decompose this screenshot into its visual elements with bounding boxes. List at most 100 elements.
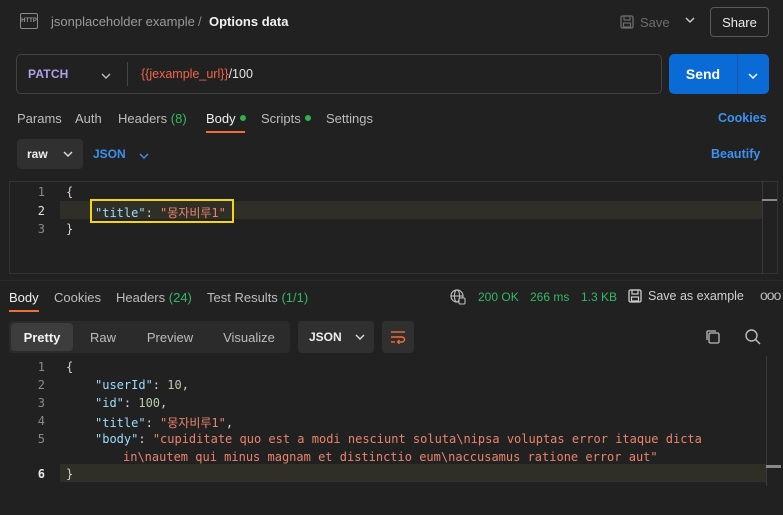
url-bar [16, 54, 662, 94]
line-number: 3 [37, 396, 45, 410]
response-format-selector[interactable]: JSON [298, 321, 374, 353]
request-title[interactable]: Options data [209, 14, 288, 29]
request-body-editor[interactable] [9, 181, 778, 274]
tab-scripts-label: Scripts [261, 111, 301, 126]
breadcrumb-collection[interactable]: jsonplaceholder example [51, 14, 195, 29]
annotation-highlight-box [90, 199, 234, 223]
view-tab-raw[interactable]: Raw [78, 321, 128, 353]
method-selector[interactable]: PATCH [28, 67, 69, 81]
url-input[interactable]: {{jexample_url}}/100 [141, 67, 253, 81]
code-line-body: "body": "cupiditate quo est a modi nesci… [95, 432, 702, 446]
url-path: /100 [228, 67, 253, 81]
code-line-userid: "userId": 10, [95, 378, 189, 392]
http-request-icon: HTTP [20, 13, 38, 29]
network-globe-icon[interactable] [450, 289, 466, 305]
body-mode-selector[interactable]: raw [17, 139, 83, 169]
send-options-chevron-icon[interactable] [747, 70, 759, 82]
body-mode-label: raw [27, 147, 48, 161]
breadcrumb-separator: / [198, 14, 202, 29]
save-as-example-label: Save as example [648, 289, 744, 303]
line-number: 3 [37, 222, 45, 236]
response-active-tab-underline [9, 310, 39, 312]
tab-scripts-indicator-dot [304, 115, 311, 121]
response-tab-test-results[interactable]: Test Results (1/1) [207, 290, 308, 305]
response-time[interactable]: 266 ms [530, 290, 569, 304]
beautify-button[interactable]: Beautify [711, 147, 760, 161]
view-tab-pretty[interactable]: Pretty [11, 323, 73, 351]
method-chevron-icon[interactable] [100, 70, 112, 82]
json-string-value: "cupiditate quo est a modi nesciunt solu… [152, 432, 702, 446]
save-icon [620, 15, 634, 29]
line-number: 2 [37, 204, 45, 218]
share-button[interactable]: Share [710, 7, 769, 37]
save-icon [628, 289, 642, 303]
response-format-label: JSON [309, 330, 342, 344]
save-label: Save [640, 14, 670, 30]
line-number: 1 [37, 360, 45, 374]
tab-scripts[interactable]: Scripts [261, 111, 311, 126]
url-divider [127, 62, 128, 86]
view-tab-visualize[interactable]: Visualize [212, 321, 286, 353]
tab-settings[interactable]: Settings [326, 111, 373, 126]
json-number-value: 100 [138, 396, 161, 410]
tab-headers[interactable]: Headers (8) [118, 111, 187, 126]
json-key: "userId" [95, 378, 153, 392]
wrap-lines-button[interactable] [382, 321, 414, 353]
save-options-chevron-icon[interactable] [684, 14, 696, 26]
save-button[interactable]: Save [620, 11, 670, 33]
cookies-link[interactable]: Cookies [718, 111, 767, 125]
response-tab-test-results-count: (1/1) [281, 290, 309, 305]
body-mode-chevron-icon [63, 151, 73, 157]
response-tab-body[interactable]: Body [9, 290, 39, 305]
json-number-value: 10 [167, 378, 182, 392]
line-number: 4 [37, 414, 45, 428]
status-code[interactable]: 200 OK [478, 290, 519, 304]
send-button[interactable]: Send [669, 54, 737, 94]
json-key: "title" [95, 416, 146, 430]
tab-body-label: Body [206, 111, 236, 126]
tab-body[interactable]: Body [206, 111, 246, 126]
response-tab-cookies[interactable]: Cookies [54, 290, 101, 305]
scrollbar-marker [766, 465, 781, 468]
json-key: "id" [95, 396, 124, 410]
send-split-divider [737, 54, 738, 94]
code-line-id: "id": 100, [95, 396, 168, 410]
code-line-title: "title": "몽자비루1", [95, 416, 234, 430]
code-line-body-wrapped: in\nautem qui minus magnam et distinctio… [123, 450, 658, 464]
pane-divider[interactable] [0, 280, 783, 281]
wrap-lines-icon [391, 331, 406, 344]
code-brace-close: } [66, 467, 74, 481]
more-options-icon[interactable]: ooo [760, 287, 781, 303]
body-language-selector[interactable]: JSON [93, 147, 126, 161]
response-tab-test-results-label: Test Results [207, 290, 278, 305]
url-variable: {{jexample_url}} [141, 67, 229, 81]
save-as-example-button[interactable]: Save as example [628, 289, 744, 303]
copy-icon[interactable] [704, 328, 722, 346]
line-number: 5 [37, 432, 45, 446]
scrollbar-marker [762, 199, 777, 201]
code-brace-close: } [66, 222, 74, 236]
tab-headers-count: (8) [170, 111, 187, 126]
response-tab-headers-label: Headers [116, 290, 166, 305]
response-size[interactable]: 1.3 KB [581, 290, 617, 304]
active-tab-underline [206, 131, 245, 133]
json-string-value: "몽자비루1" [160, 416, 226, 430]
code-brace-open: { [66, 185, 74, 199]
editor-scrollbar[interactable] [762, 181, 778, 274]
line-number: 2 [37, 378, 45, 392]
tab-auth[interactable]: Auth [75, 111, 102, 126]
view-tab-preview[interactable]: Preview [135, 321, 205, 353]
line-number: 1 [37, 185, 45, 199]
tab-headers-label: Headers [118, 111, 168, 126]
search-icon[interactable] [744, 328, 762, 346]
response-tab-headers[interactable]: Headers (24) [116, 290, 192, 305]
tab-body-indicator-dot [239, 115, 246, 121]
response-tab-headers-count: (24) [168, 290, 192, 305]
active-line-highlight [60, 464, 766, 482]
tab-params[interactable]: Params [17, 111, 62, 126]
code-brace-open: { [66, 360, 74, 374]
language-chevron-icon[interactable] [138, 150, 150, 162]
line-number: 6 [37, 467, 45, 481]
json-key: "body" [95, 432, 139, 446]
format-chevron-icon [355, 334, 365, 340]
